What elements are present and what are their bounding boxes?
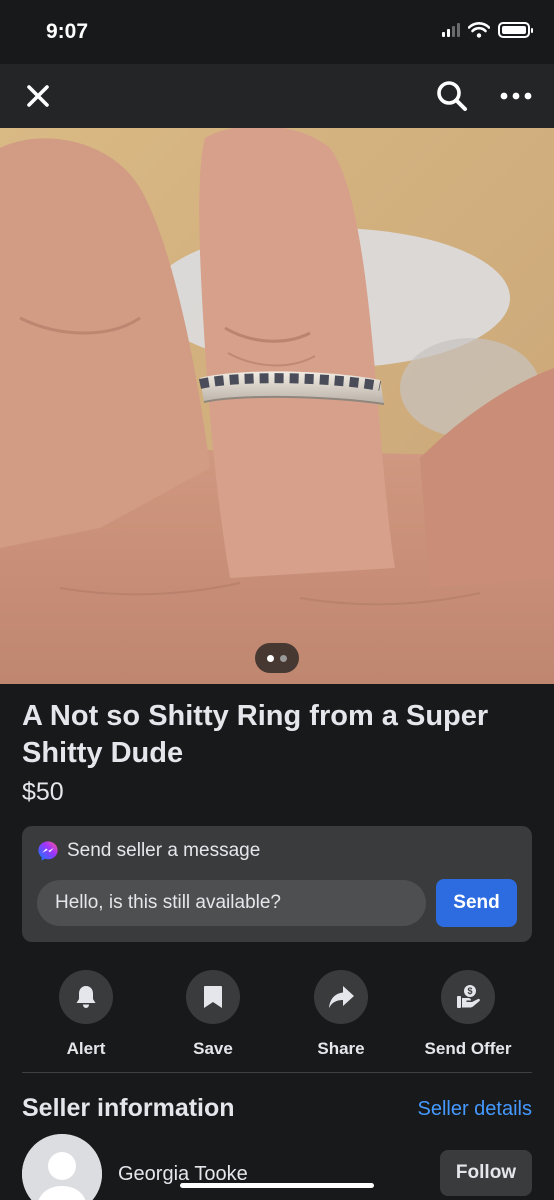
send-button[interactable]: Send bbox=[436, 879, 517, 927]
message-input[interactable] bbox=[37, 880, 426, 926]
photo-pager[interactable] bbox=[255, 643, 299, 673]
bookmark-icon bbox=[204, 986, 222, 1008]
share-icon bbox=[329, 986, 354, 1008]
close-icon[interactable] bbox=[22, 80, 54, 112]
send-offer-label: Send Offer bbox=[424, 1039, 512, 1058]
seller-details-link[interactable]: Seller details bbox=[417, 1098, 532, 1121]
message-card-header: Send seller a message bbox=[37, 840, 260, 862]
listing-actions: Alert Save Share $ Send Offer bbox=[22, 970, 532, 1058]
follow-button[interactable]: Follow bbox=[440, 1150, 532, 1196]
pager-dot-active bbox=[267, 654, 274, 662]
home-indicator[interactable] bbox=[180, 1183, 374, 1188]
bell-icon bbox=[76, 986, 96, 1008]
pager-dot bbox=[280, 654, 287, 662]
save-label: Save bbox=[193, 1039, 233, 1058]
seller-avatar[interactable] bbox=[22, 1134, 102, 1200]
listing-price: $50 bbox=[22, 778, 64, 806]
status-bar: 9:07 bbox=[0, 0, 554, 64]
search-icon[interactable] bbox=[434, 78, 470, 114]
message-seller-card: Send seller a message Send bbox=[22, 826, 532, 942]
section-divider bbox=[22, 1072, 532, 1073]
more-options-icon[interactable] bbox=[498, 80, 534, 112]
seller-information-heading: Seller information bbox=[22, 1094, 235, 1122]
cellular-signal-icon bbox=[442, 23, 460, 37]
ring-photo-image bbox=[0, 128, 554, 684]
send-offer-button[interactable]: $ Send Offer bbox=[404, 970, 532, 1059]
status-icons bbox=[442, 22, 533, 38]
svg-text:$: $ bbox=[467, 986, 472, 996]
wifi-icon bbox=[468, 22, 490, 38]
status-time: 9:07 bbox=[46, 20, 89, 43]
alert-label: Alert bbox=[66, 1039, 106, 1058]
default-avatar-icon bbox=[22, 1134, 102, 1200]
offer-icon: $ bbox=[457, 985, 480, 1008]
nav-bar bbox=[0, 64, 554, 128]
message-card-heading: Send seller a message bbox=[67, 840, 261, 861]
alert-button[interactable]: Alert bbox=[22, 970, 150, 1059]
save-button[interactable]: Save bbox=[149, 970, 277, 1059]
listing-photo[interactable] bbox=[0, 128, 554, 684]
listing-title: A Not so Shitty Ring from a Super Shitty… bbox=[22, 700, 489, 769]
battery-icon bbox=[498, 22, 533, 38]
messenger-icon bbox=[38, 841, 58, 861]
share-button[interactable]: Share bbox=[277, 970, 405, 1059]
share-label: Share bbox=[317, 1039, 365, 1058]
